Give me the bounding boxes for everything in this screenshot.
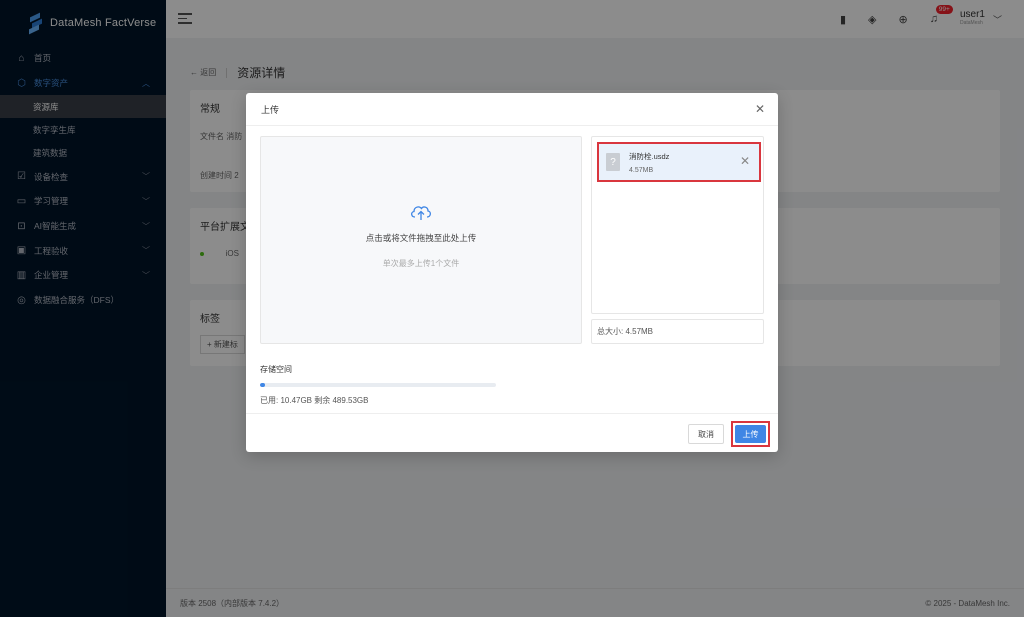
close-icon[interactable]: ✕	[755, 102, 765, 116]
upload-button[interactable]: 上传	[735, 425, 766, 443]
modal-header: 上传 ✕	[246, 93, 778, 126]
unknown-file-icon: ?	[606, 153, 620, 171]
cloud-upload-icon	[411, 205, 431, 220]
modal-title: 上传	[261, 104, 280, 115]
storage-progress-fill	[260, 383, 265, 387]
storage-progress-bar	[260, 383, 496, 387]
upload-button-highlight: 上传	[731, 421, 770, 447]
storage-section: 存储空间 已用: 10.47GB 剩余 489.53GB	[260, 364, 500, 406]
file-list: ? 消防栓.usdz 4.57MB ✕	[591, 136, 764, 314]
storage-usage-text: 已用: 10.47GB 剩余 489.53GB	[260, 396, 369, 405]
modal-footer: 取消 上传	[246, 413, 778, 452]
storage-title: 存储空间	[260, 365, 292, 374]
total-size: 总大小: 4.57MB	[591, 319, 764, 344]
file-list-item[interactable]: ? 消防栓.usdz 4.57MB ✕	[597, 142, 761, 182]
file-name: 消防栓.usdz	[629, 151, 670, 161]
dropzone-instruction: 点击或将文件拖拽至此处上传	[365, 232, 477, 243]
file-meta: 消防栓.usdz 4.57MB	[629, 151, 669, 174]
cancel-button[interactable]: 取消	[688, 424, 724, 444]
upload-modal: 上传 ✕ 点击或将文件拖拽至此处上传 单次最多上传1个文件 ? 消防栓.usdz…	[246, 93, 778, 452]
file-size: 4.57MB	[629, 166, 654, 174]
remove-file-icon[interactable]: ✕	[740, 154, 750, 168]
dropzone-hint: 单次最多上传1个文件	[382, 258, 460, 268]
upload-dropzone[interactable]: 点击或将文件拖拽至此处上传 单次最多上传1个文件	[260, 136, 582, 344]
